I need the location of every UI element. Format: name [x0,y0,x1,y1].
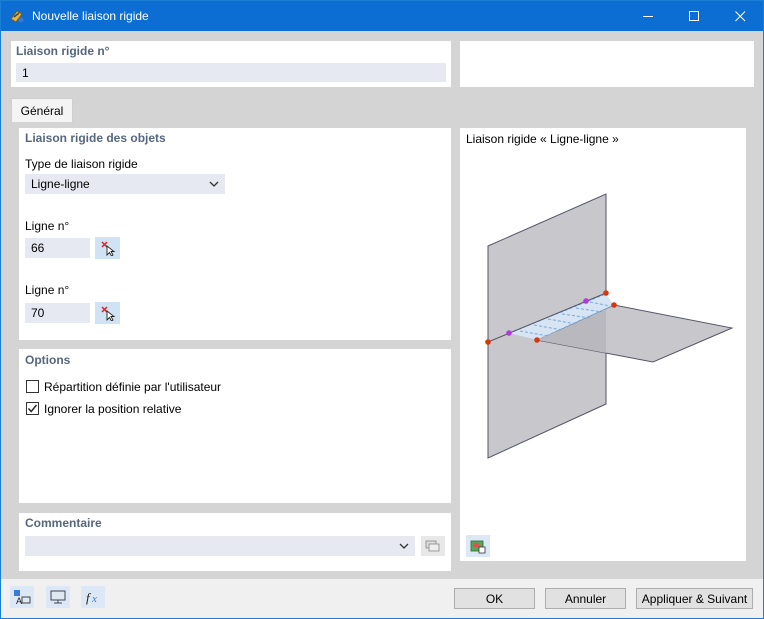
pick-object-icon [100,306,115,321]
link-type-label: Type de liaison rigide [25,157,138,171]
line1-input[interactable]: 66 [25,238,90,258]
user-distribution-checkbox[interactable] [26,380,39,393]
link-type-value: Ligne-ligne [31,177,90,191]
line1-label: Ligne n° [25,219,70,233]
minimize-icon [642,15,653,17]
line1-pick-button[interactable] [95,237,120,259]
dialog-window: Nouvelle liaison rigide Liaison rigide n… [0,0,764,619]
options-section: Options Répartition définie par l'utilis… [19,349,451,503]
comment-input[interactable] [25,536,415,556]
view-icon [50,590,66,604]
number-input[interactable]: 1 [16,63,446,82]
apply-next-button[interactable]: Appliquer & Suivant [636,588,753,609]
minimize-button[interactable] [625,1,671,31]
line2-label: Ligne n° [25,283,70,297]
units-icon: A [14,590,31,605]
dialog-footer: A f x OK Annuler Appliquer & Suivant [1,579,763,618]
options-section-title: Options [25,353,71,367]
preview-options-icon [470,540,486,554]
comment-section: Commentaire [19,513,451,571]
svg-text:A: A [16,596,22,605]
comment-library-button[interactable] [421,536,445,556]
view-button[interactable] [46,586,70,608]
link-type-select[interactable]: Ligne-ligne [25,174,225,194]
pick-object-icon [100,241,115,256]
comment-section-title: Commentaire [25,516,102,530]
comment-library-icon [425,540,440,552]
close-icon [734,10,745,21]
line2-input[interactable]: 70 [25,303,90,323]
svg-text:x: x [91,593,97,605]
preview-diagram [485,193,734,459]
ignore-relative-position-checkbox[interactable] [26,402,39,415]
name-panel [460,41,754,87]
units-button[interactable]: A [10,586,34,608]
window-title: Nouvelle liaison rigide [32,9,149,23]
user-distribution-label: Répartition définie par l'utilisateur [44,380,222,394]
rigid-link-icon [10,10,24,23]
dialog-body: Liaison rigide n° 1 Général Liaison rigi… [1,31,763,579]
number-label: Liaison rigide n° [16,44,110,58]
ignore-relative-position-label: Ignorer la position relative [44,402,182,416]
objects-section: Liaison rigide des objets Type de liaiso… [19,128,451,340]
close-button[interactable] [717,1,763,31]
preview-panel: Liaison rigide « Ligne-ligne » [460,128,746,561]
maximize-button[interactable] [671,1,717,31]
maximize-icon [688,10,699,21]
objects-section-title: Liaison rigide des objets [25,131,166,145]
number-panel: Liaison rigide n° 1 [11,41,451,87]
formula-icon: f x [86,590,97,605]
title-bar: Nouvelle liaison rigide [1,1,763,31]
ok-button[interactable]: OK [454,588,535,609]
chevron-down-icon [399,543,409,549]
tab-general[interactable]: Général [11,98,73,122]
preview-options-button[interactable] [466,535,490,557]
cancel-button[interactable]: Annuler [545,588,626,609]
checkmark-icon [27,404,38,413]
formula-button[interactable]: f x [81,586,105,608]
chevron-down-icon [209,181,219,187]
line2-pick-button[interactable] [95,302,120,324]
